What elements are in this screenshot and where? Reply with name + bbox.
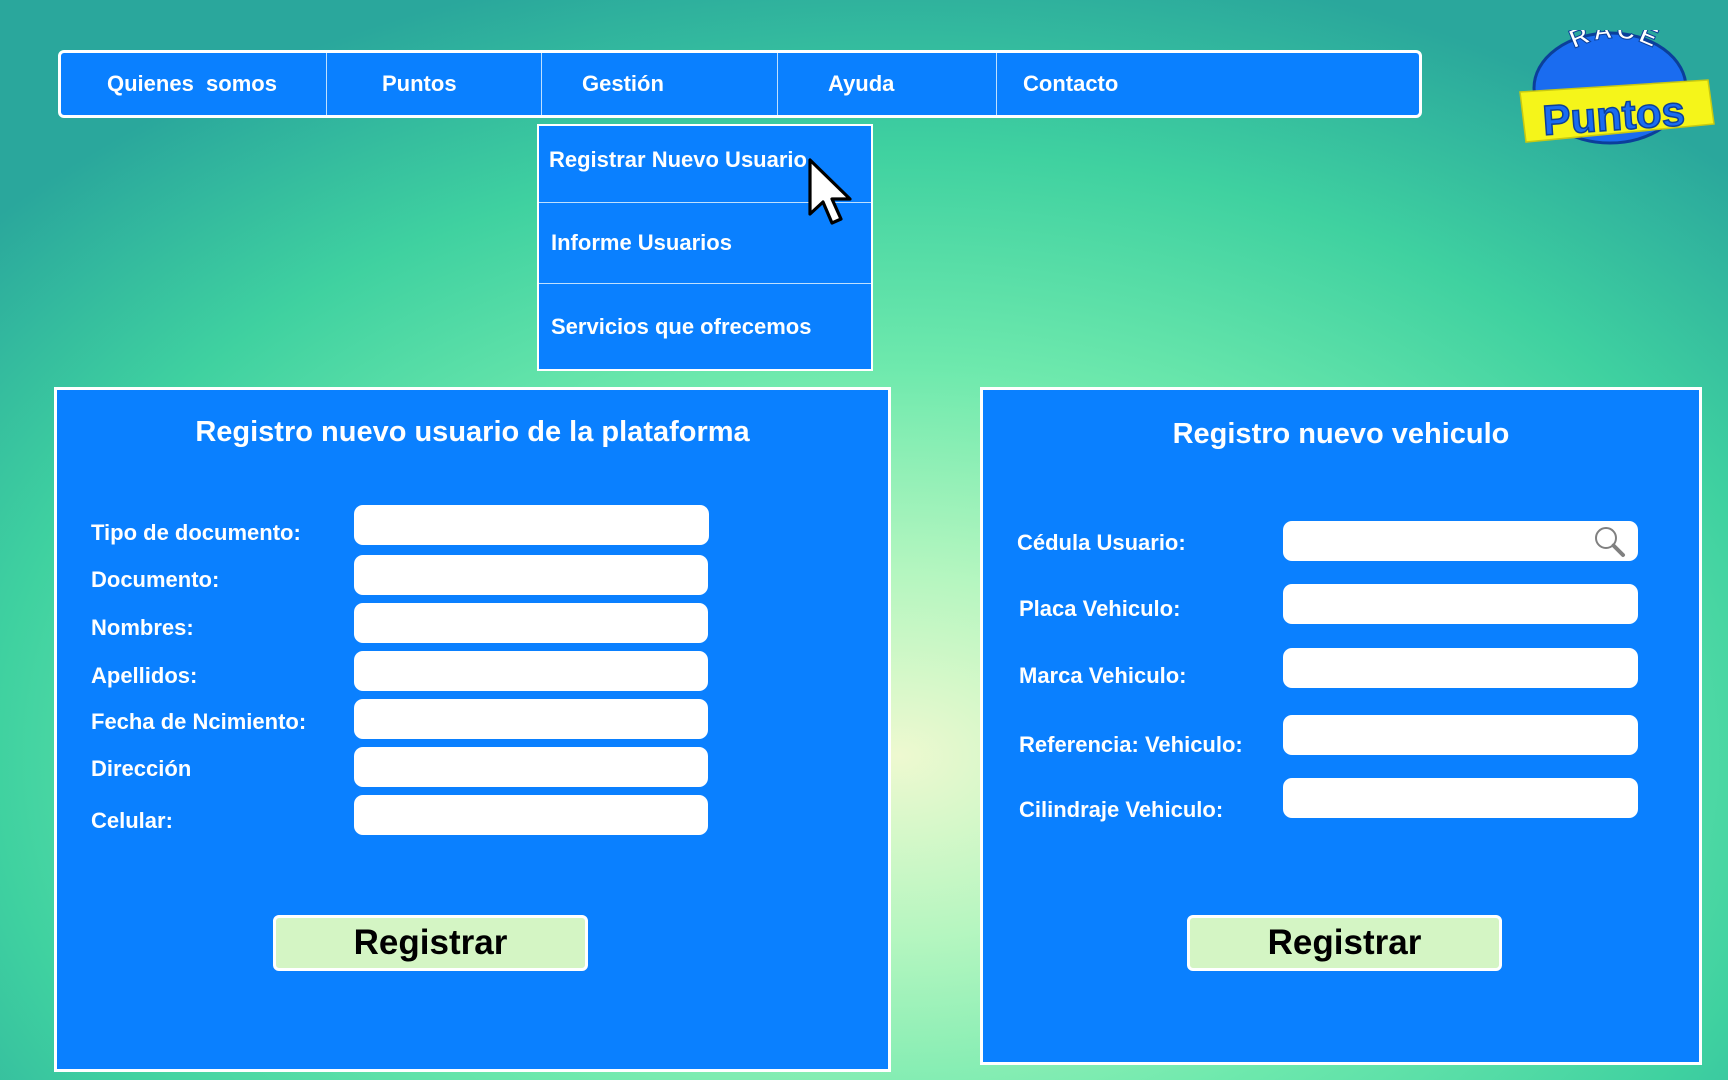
field-label: Cédula Usuario: [1017, 530, 1186, 555]
menu-item-label: Informe Usuarios [551, 230, 732, 255]
nav-item-label: Gestión [582, 71, 664, 96]
search-icon[interactable] [1592, 524, 1628, 560]
placa-vehiculo-field[interactable] [1283, 584, 1638, 624]
field-label: Dirección [91, 756, 192, 781]
mouse-cursor-icon [808, 158, 852, 225]
field-label: Tipo de documento: [91, 520, 301, 545]
menu-item-label: Registrar Nuevo Usuario [549, 147, 807, 172]
cedula-search-wrapper [1283, 521, 1638, 561]
documento-field[interactable] [354, 555, 708, 595]
user-registration-panel: Registro nuevo usuario de la plataforma … [54, 387, 891, 1072]
field-label: Placa Vehiculo: [1019, 596, 1181, 621]
cedula-usuario-field[interactable] [1283, 521, 1638, 561]
apellidos-field[interactable] [354, 651, 708, 691]
svg-text:Puntos: Puntos [1541, 87, 1686, 144]
nav-item-quienes-somos[interactable]: Quienes somos [61, 53, 327, 115]
nav-item-contacto[interactable]: Contacto [997, 53, 1419, 115]
main-navbar: Quienes somos Puntos Gestión Ayuda Conta… [58, 50, 1422, 118]
nav-item-label: Puntos [382, 71, 457, 96]
field-label: Documento: [91, 567, 220, 592]
logo-graphic: RACE Puntos [1519, 13, 1715, 145]
direccion-field[interactable] [354, 747, 708, 787]
menu-item-label: Servicios que ofrecemos [551, 313, 812, 339]
register-user-button[interactable]: Registrar [273, 915, 588, 971]
vehicle-registration-panel: Registro nuevo vehiculo Cédula Usuario: … [980, 387, 1702, 1065]
field-label: Nombres: [91, 615, 194, 640]
menu-item-servicios[interactable]: Servicios que ofrecemos [539, 284, 871, 369]
marca-vehiculo-field[interactable] [1283, 648, 1638, 688]
field-label: Referencia: Vehiculo: [1019, 732, 1243, 757]
race-puntos-logo: RACE Puntos [1510, 13, 1728, 150]
field-label: Marca Vehiculo: [1019, 663, 1187, 688]
cilindraje-vehiculo-field[interactable] [1283, 778, 1638, 818]
nav-item-label: Ayuda [828, 71, 895, 96]
panel-title: Registro nuevo usuario de la plataforma [195, 416, 750, 448]
panel-title: Registro nuevo vehiculo [1172, 418, 1510, 450]
referencia-vehiculo-field[interactable] [1283, 715, 1638, 755]
field-label: Cilindraje Vehiculo: [1019, 797, 1224, 822]
nav-item-label: Quienes somos [107, 71, 277, 96]
nav-item-gestion[interactable]: Gestión [542, 53, 778, 115]
nav-item-label: Contacto [1023, 71, 1119, 96]
fecha-nacimiento-field[interactable] [354, 699, 708, 739]
nav-item-ayuda[interactable]: Ayuda [778, 53, 997, 115]
nav-item-puntos[interactable]: Puntos [327, 53, 542, 115]
field-label: Apellidos: [91, 663, 198, 688]
celular-field[interactable] [354, 795, 708, 835]
field-label: Fecha de Ncimiento: [91, 709, 307, 734]
register-vehicle-button[interactable]: Registrar [1187, 915, 1502, 971]
tipo-documento-field[interactable] [354, 505, 709, 545]
nombres-field[interactable] [354, 603, 708, 643]
field-label: Celular: [91, 808, 173, 833]
